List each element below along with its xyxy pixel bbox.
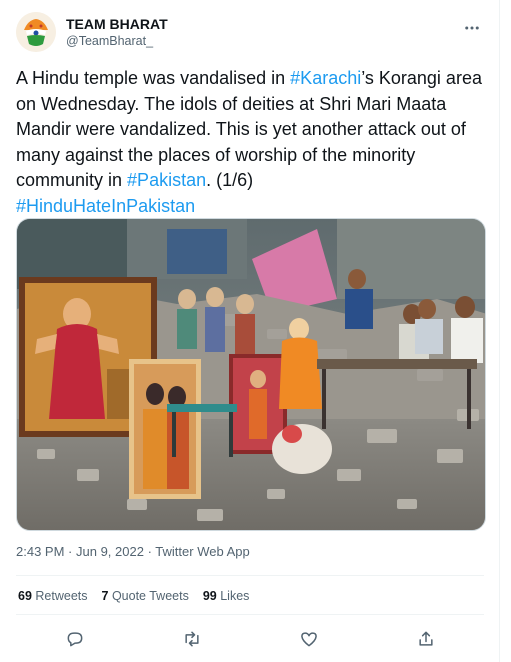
more-options-button[interactable] [458,14,486,42]
share-icon [418,631,433,646]
tweet-card: TEAM BHARAT @TeamBharat_ A Hindu temple … [0,0,500,662]
reply-button[interactable] [60,626,90,652]
author-display-name[interactable]: TEAM BHARAT [66,16,168,33]
avatar[interactable] [16,12,56,52]
hashtag-link[interactable]: #HinduHateInPakistan [16,196,195,216]
vandalized-temple-photo [17,219,485,530]
meta-separator: · [68,544,76,559]
like-button[interactable] [294,626,324,652]
more-horizontal-icon [465,26,479,30]
quote-tweets-stat[interactable]: 7 Quote Tweets [102,589,189,603]
quote-tweets-label: Quote Tweets [111,589,189,603]
retweet-button[interactable] [177,626,207,652]
tweet-header: TEAM BHARAT @TeamBharat_ [16,10,486,58]
retweet-icon [184,631,199,647]
tweet-meta: 2:43 PM · Jun 9, 2022 · Twitter Web App [16,544,250,559]
tweet-text: A Hindu temple was vandalised in #Karach… [16,66,491,219]
likes-stat[interactable]: 99 Likes [203,589,250,603]
team-bharat-logo-icon [16,12,56,52]
hashtag-link[interactable]: #Karachi [290,68,361,88]
heart-icon [300,632,317,647]
divider [16,575,484,576]
author-handle[interactable]: @TeamBharat_ [66,33,168,49]
share-button[interactable] [411,626,441,652]
tweet-text-part: . (1/6) [206,170,254,190]
quote-tweets-count: 7 [101,589,109,603]
tweet-source[interactable]: Twitter Web App [155,544,249,559]
tweet-date[interactable]: Jun 9, 2022 [76,544,144,559]
author-names: TEAM BHARAT @TeamBharat_ [66,16,168,49]
retweets-count: 69 [18,589,32,603]
likes-label: Likes [220,589,250,603]
tweet-time[interactable]: 2:43 PM [16,544,64,559]
hashtag-link[interactable]: #Pakistan [127,170,206,190]
reply-icon [67,632,82,647]
tweet-text-part: A Hindu temple was vandalised in [16,68,291,88]
likes-count: 99 [202,589,217,603]
tweet-photo[interactable] [16,218,486,531]
tweet-stats: 69 Retweets 7 Quote Tweets 99 Likes [18,589,249,603]
retweets-label: Retweets [35,589,88,603]
tweet-actions [16,626,484,652]
retweets-stat[interactable]: 69 Retweets [18,589,88,603]
divider [16,614,484,615]
